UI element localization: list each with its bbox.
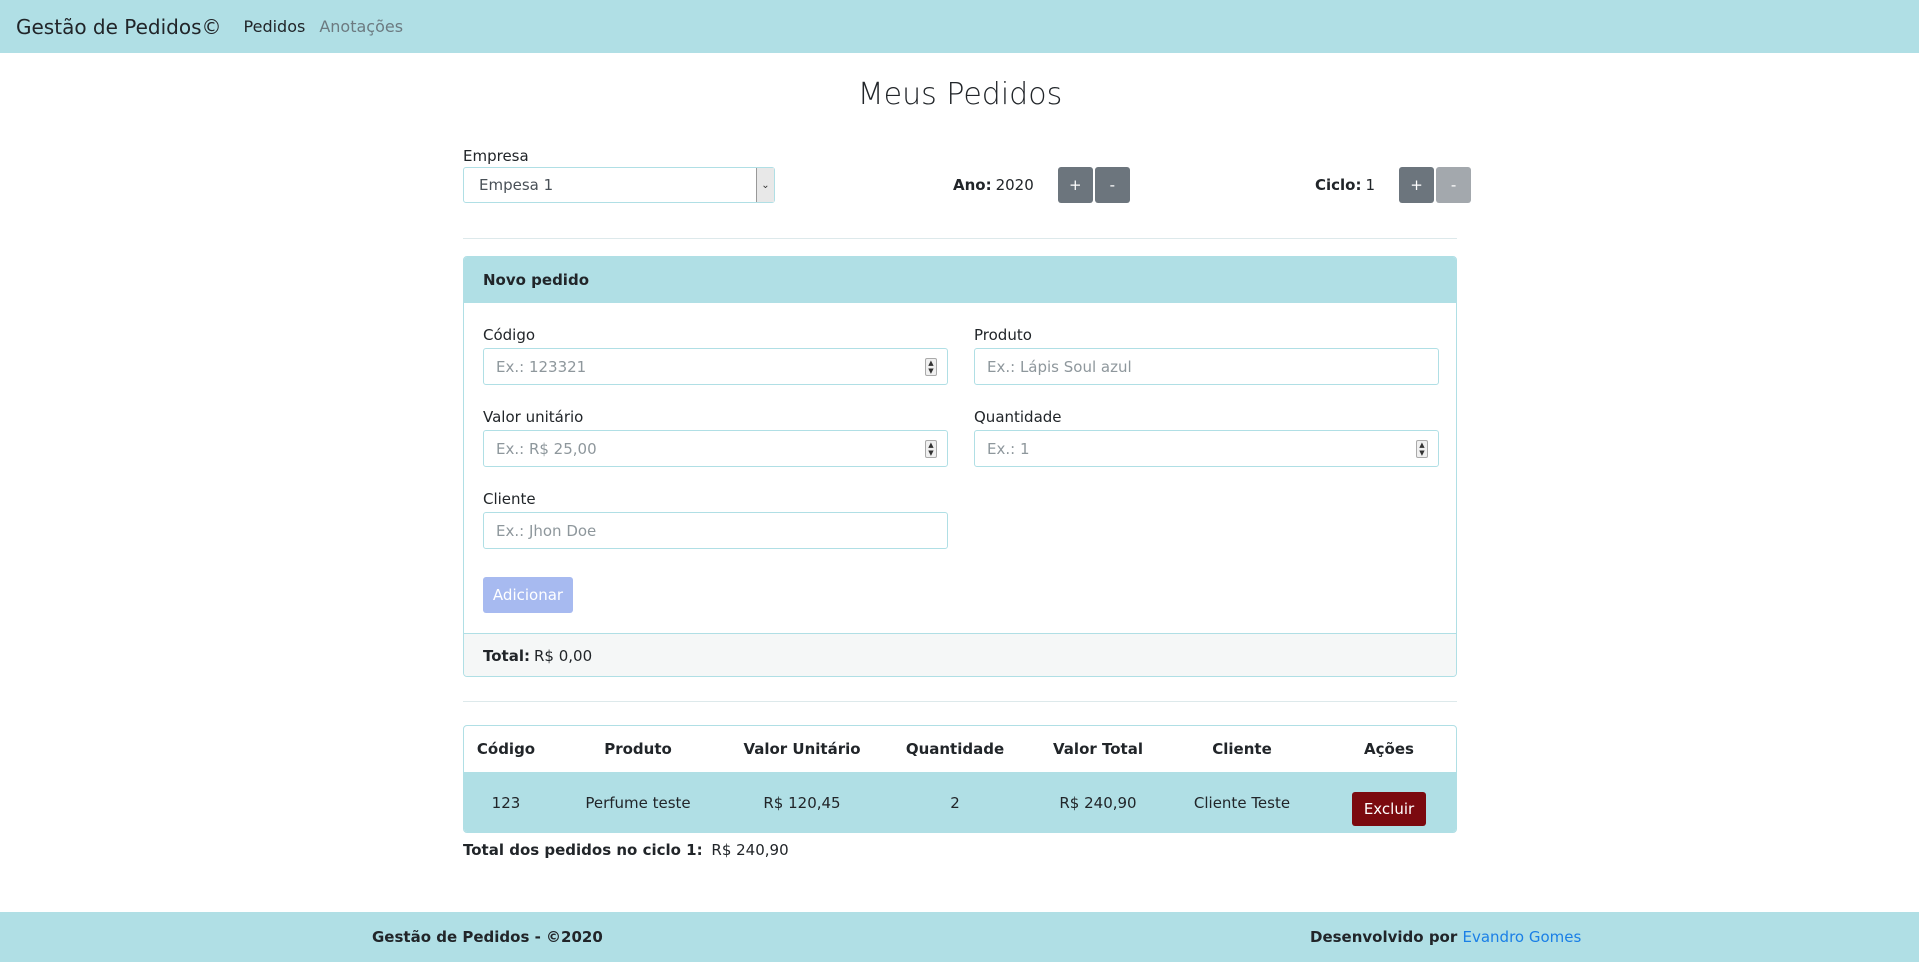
table-header-row: Código Produto Valor Unitário Quantidade… bbox=[464, 726, 1456, 772]
novo-pedido-card: Novo pedido Código Ex.: 123321 ▲ ▼ Produt… bbox=[463, 256, 1457, 677]
divider bbox=[463, 238, 1457, 239]
ciclo-value: 1 bbox=[1365, 176, 1376, 194]
nav-link-pedidos[interactable]: Pedidos bbox=[244, 17, 306, 36]
cell-valor-unitario: R$ 120,45 bbox=[728, 772, 876, 832]
cell-valor-total: R$ 240,90 bbox=[1034, 772, 1162, 832]
ano-value: 2020 bbox=[995, 176, 1034, 194]
column-header: Cliente bbox=[1212, 740, 1272, 758]
produto-field: Produto Ex.: Lápis Soul azul bbox=[974, 326, 1439, 385]
pedidos-table: Código Produto Valor Unitário Quantidade… bbox=[463, 725, 1457, 833]
codigo-input[interactable]: Ex.: 123321 ▲ ▼ bbox=[483, 348, 948, 385]
footer-copyright: Gestão de Pedidos - ©2020 bbox=[372, 928, 603, 946]
ano-plus-button[interactable]: + bbox=[1057, 167, 1093, 203]
codigo-placeholder: Ex.: 123321 bbox=[496, 357, 587, 376]
empresa-label: Empresa bbox=[463, 147, 529, 165]
ano-counter: Ano: 2020 + - bbox=[953, 167, 1130, 203]
cell-quantidade: 2 bbox=[876, 772, 1034, 832]
valor-label: Valor unitário bbox=[483, 408, 584, 426]
cell-acoes: Excluir bbox=[1322, 772, 1456, 832]
spinner-icon[interactable]: ▲ ▼ bbox=[925, 440, 937, 458]
column-header: Valor Total bbox=[1053, 740, 1143, 758]
codigo-field: Código Ex.: 123321 ▲ ▼ bbox=[483, 326, 948, 385]
card-header: Novo pedido bbox=[464, 257, 1456, 303]
nav-link-anotacoes[interactable]: Anotações bbox=[319, 17, 403, 36]
ciclo-total-label: Total dos pedidos no ciclo 1: bbox=[463, 841, 703, 859]
card-footer: Total: R$ 0,00 bbox=[464, 633, 1456, 676]
navbar: Gestão de Pedidos© Pedidos Anotações bbox=[0, 0, 1919, 53]
cell-codigo: 123 bbox=[464, 772, 548, 832]
quantidade-label: Quantidade bbox=[974, 408, 1062, 426]
produto-input[interactable]: Ex.: Lápis Soul azul bbox=[974, 348, 1439, 385]
valor-field: Valor unitário Ex.: R$ 25,00 ▲ ▼ bbox=[483, 408, 948, 467]
valor-input[interactable]: Ex.: R$ 25,00 ▲ ▼ bbox=[483, 430, 948, 467]
produto-label: Produto bbox=[974, 326, 1032, 344]
column-header: Quantidade bbox=[905, 740, 1005, 758]
brand[interactable]: Gestão de Pedidos© bbox=[16, 15, 222, 39]
cliente-placeholder: Ex.: Jhon Doe bbox=[496, 521, 597, 540]
column-header: Produto bbox=[604, 740, 672, 758]
card-body: Código Ex.: 123321 ▲ ▼ Produto Ex.: Lápis… bbox=[464, 303, 1456, 633]
cliente-label: Cliente bbox=[483, 490, 536, 508]
filters-row: Empresa Empesa 1 ⌄ Ano: 2020 + - Ciclo: … bbox=[463, 147, 1472, 257]
cell-produto: Perfume teste bbox=[548, 772, 728, 832]
ciclo-label: Ciclo: bbox=[1315, 176, 1362, 194]
ciclo-total-value: R$ 240,90 bbox=[711, 841, 789, 859]
footer-credits-prefix: Desenvolvido por bbox=[1310, 928, 1458, 946]
page-title: Meus Pedidos bbox=[857, 77, 1063, 112]
column-header: Ações bbox=[1364, 740, 1414, 758]
spinner-icon[interactable]: ▲ ▼ bbox=[1416, 440, 1428, 458]
empresa-select[interactable]: Empesa 1 ⌄ bbox=[463, 167, 775, 203]
ano-minus-button[interactable]: - bbox=[1094, 167, 1130, 203]
form-total-value: R$ 0,00 bbox=[533, 647, 593, 665]
ciclo-counter: Ciclo: 1 + - bbox=[1315, 167, 1472, 203]
excluir-button[interactable]: Excluir bbox=[1351, 791, 1427, 826]
produto-placeholder: Ex.: Lápis Soul azul bbox=[987, 357, 1132, 376]
quantidade-field: Quantidade Ex.: 1 ▲ ▼ bbox=[974, 408, 1439, 467]
author-link[interactable]: Evandro Gomes bbox=[1463, 928, 1582, 946]
main-container: Meus Pedidos Empresa Empesa 1 ⌄ Ano: 202… bbox=[463, 53, 1472, 859]
cell-cliente: Cliente Teste bbox=[1162, 772, 1322, 832]
footer: Gestão de Pedidos - ©2020 Desenvolvido p… bbox=[0, 912, 1919, 962]
column-header: Valor Unitário bbox=[743, 740, 861, 758]
adicionar-button[interactable]: Adicionar bbox=[483, 577, 573, 613]
ciclo-plus-button[interactable]: + bbox=[1399, 167, 1435, 203]
quantidade-input[interactable]: Ex.: 1 ▲ ▼ bbox=[974, 430, 1439, 467]
chevron-down-icon[interactable]: ⌄ bbox=[756, 168, 774, 202]
quantidade-placeholder: Ex.: 1 bbox=[987, 439, 1030, 458]
ciclo-total: Total dos pedidos no ciclo 1: R$ 240,90 bbox=[463, 841, 789, 859]
table-row: 123 Perfume teste R$ 120,45 2 R$ 240,90 … bbox=[464, 772, 1456, 832]
valor-placeholder: Ex.: R$ 25,00 bbox=[496, 439, 597, 458]
spinner-icon[interactable]: ▲ ▼ bbox=[925, 358, 937, 376]
divider bbox=[463, 701, 1457, 702]
footer-credits: Desenvolvido por Evandro Gomes bbox=[1310, 928, 1581, 946]
codigo-label: Código bbox=[483, 326, 536, 344]
cliente-field: Cliente Ex.: Jhon Doe bbox=[483, 490, 948, 549]
form-total-label: Total: bbox=[483, 647, 530, 665]
empresa-selected-value: Empesa 1 bbox=[479, 176, 554, 194]
cliente-input[interactable]: Ex.: Jhon Doe bbox=[483, 512, 948, 549]
column-header: Código bbox=[476, 740, 536, 758]
ano-label: Ano: bbox=[953, 176, 992, 194]
ciclo-minus-button[interactable]: - bbox=[1436, 167, 1472, 203]
